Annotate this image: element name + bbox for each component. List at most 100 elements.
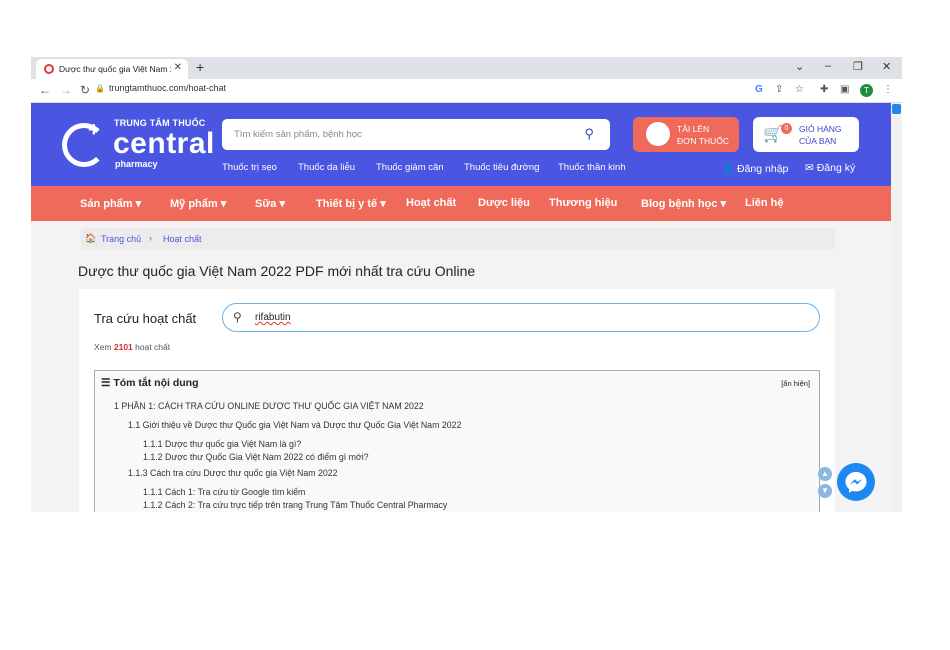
- tab-search-chevron-icon[interactable]: ⌄: [795, 60, 804, 73]
- search-value: rifabutin: [255, 312, 291, 323]
- menu-medical-devices[interactable]: Thiết bị y tế ▾: [316, 197, 386, 210]
- bookmark-star-icon[interactable]: ☆: [795, 84, 804, 95]
- logo-wordmark: central: [113, 127, 215, 160]
- header-link-weightloss[interactable]: Thuốc giảm cân: [376, 162, 444, 173]
- site-header: + TRUNG TÂM THUỐC central pharmacy Tìm k…: [31, 103, 891, 186]
- reload-icon[interactable]: ↻: [80, 83, 90, 97]
- menu-brands[interactable]: Thương hiệu: [549, 197, 617, 209]
- mail-icon: ✉: [805, 162, 817, 174]
- messenger-icon: [845, 472, 867, 493]
- menu-label: Sản phẩm: [80, 198, 133, 210]
- forward-icon[interactable]: →: [60, 83, 72, 97]
- new-tab-button[interactable]: +: [196, 59, 204, 75]
- page-scrollbar[interactable]: [891, 103, 902, 512]
- upload-prescription-button[interactable]: TẢI LÊN ĐƠN THUỐC: [633, 117, 739, 152]
- lock-icon[interactable]: 🔒: [95, 84, 105, 93]
- register-link[interactable]: ✉ Đăng ký: [805, 162, 855, 174]
- toc-item[interactable]: 1.1 Giới thiệu về Dược thư Quốc gia Việt…: [128, 420, 461, 430]
- home-icon[interactable]: 🏠: [85, 233, 96, 244]
- search-icon[interactable]: ⚲: [584, 126, 594, 142]
- chevron-down-icon: ▾: [279, 198, 286, 210]
- lookup-label: Tra cứu hoạt chất: [94, 311, 197, 326]
- google-icon[interactable]: G: [755, 84, 763, 95]
- share-icon[interactable]: ⇪: [775, 84, 783, 95]
- menu-label: Sữa: [255, 198, 277, 210]
- back-icon[interactable]: ←: [39, 83, 51, 97]
- menu-label: Thiết bị y tế: [316, 198, 378, 210]
- more-menu-icon[interactable]: ⋮: [883, 84, 893, 95]
- window-close-icon[interactable]: ✕: [882, 60, 891, 73]
- menu-milk[interactable]: Sữa ▾: [255, 197, 285, 210]
- menu-cosmetics[interactable]: Mỹ phẩm ▾: [170, 197, 226, 210]
- menu-blog[interactable]: Blog bệnh học ▾: [641, 197, 726, 210]
- toc-item[interactable]: 1.1.1 Cách 1: Tra cứu từ Google tìm kiếm: [143, 487, 305, 497]
- toc-item[interactable]: 1.1.3 Cách tra cứu Dược thư quốc gia Việ…: [128, 468, 338, 478]
- header-link-diabetes[interactable]: Thuốc tiêu đường: [464, 162, 539, 173]
- toc-item[interactable]: 1.1.2 Dược thư Quốc Gia Việt Nam 2022 có…: [143, 452, 369, 462]
- header-link-neuro[interactable]: Thuốc thần kinh: [558, 162, 626, 173]
- address-bar: ← → ↻ 🔒 trungtamthuoc.com/hoat-chat G ⇪ …: [31, 79, 902, 103]
- user-icon: 👤: [721, 163, 737, 175]
- cart-icon: 🛒: [763, 126, 783, 143]
- menu-label: Blog bệnh học: [641, 198, 718, 210]
- site-favicon-icon: [44, 64, 54, 74]
- toc-toggle[interactable]: [ẩn hiện]: [781, 379, 810, 388]
- tab-title: Dược thư quốc gia Việt Nam 2022: [59, 64, 171, 74]
- extensions-icon[interactable]: ✚: [820, 84, 828, 95]
- rx-line-2: ĐƠN THUỐC: [677, 136, 729, 146]
- chevron-down-icon: ▾: [135, 198, 142, 210]
- toc-title-text: Tóm tắt nội dung: [113, 377, 199, 389]
- menu-contact[interactable]: Liên hệ: [745, 197, 784, 209]
- messenger-chat-button[interactable]: [837, 463, 875, 501]
- logo-plus-icon: +: [88, 119, 100, 141]
- chevron-down-icon: ▾: [220, 198, 227, 210]
- toc-item[interactable]: 1.1.2 Cách 2: Tra cứu trực tiếp trên tra…: [143, 500, 447, 510]
- ingredient-count: Xem 2101 hoạt chất: [94, 342, 170, 352]
- screenshot: Dược thư quốc gia Việt Nam 2022 ✕ + ⌄ – …: [31, 57, 902, 512]
- page-title: Dược thư quốc gia Việt Nam 2022 PDF mới …: [78, 263, 476, 279]
- profile-avatar[interactable]: T: [860, 84, 873, 97]
- toc-title: ☰ Tóm tắt nội dung: [101, 377, 199, 389]
- cart-button[interactable]: 🛒 0 GIỎ HÀNG CỦA BẠN: [753, 117, 859, 152]
- browser-tab[interactable]: Dược thư quốc gia Việt Nam 2022 ✕: [36, 59, 188, 79]
- scroll-up-button[interactable]: ▲: [818, 467, 832, 481]
- count-prefix: Xem: [94, 342, 112, 352]
- tab-close-icon[interactable]: ✕: [174, 62, 182, 73]
- login-label: Đăng nhập: [737, 163, 789, 175]
- menu-label: Mỹ phẩm: [170, 198, 218, 210]
- cart-line-2: CỦA BẠN: [799, 136, 837, 146]
- breadcrumb-home[interactable]: Trang chủ: [101, 234, 141, 244]
- cart-count-badge: 0: [781, 123, 792, 134]
- logo-subtitle: pharmacy: [115, 159, 158, 169]
- main-menu: Sản phẩm ▾ Mỹ phẩm ▾ Sữa ▾ Thiết bị y tế…: [31, 186, 891, 221]
- header-link-derma[interactable]: Thuốc da liễu: [298, 162, 355, 173]
- login-link[interactable]: 👤 Đăng nhập: [721, 162, 788, 175]
- scrollbar-thumb[interactable]: [892, 104, 901, 114]
- chevron-down-icon: ▾: [380, 198, 386, 210]
- tab-strip: Dược thư quốc gia Việt Nam 2022 ✕ + ⌄ – …: [31, 57, 902, 79]
- rx-line-1: TẢI LÊN: [677, 124, 710, 134]
- search-icon: ⚲: [233, 310, 242, 324]
- lookup-card: Tra cứu hoạt chất ⚲ rifabutin Xem 2101 h…: [79, 289, 835, 512]
- prescription-icon: [646, 122, 670, 146]
- scroll-down-button[interactable]: ▼: [818, 484, 832, 498]
- minimize-icon[interactable]: –: [825, 60, 831, 72]
- url-field[interactable]: trungtamthuoc.com/hoat-chat: [109, 83, 226, 93]
- chevron-down-icon: ▾: [720, 198, 726, 210]
- count-suffix: hoạt chất: [135, 342, 171, 352]
- menu-herbal[interactable]: Dược liệu: [478, 197, 530, 209]
- count-value: 2101: [113, 342, 133, 352]
- site-search-input[interactable]: Tìm kiếm sản phẩm, bệnh học ⚲: [222, 119, 610, 150]
- cart-line-1: GIỎ HÀNG: [799, 124, 842, 134]
- breadcrumb-current[interactable]: Hoạt chất: [163, 234, 202, 244]
- toc-item[interactable]: 1 PHẦN 1: CÁCH TRA CỨU ONLINE DƯỢC THƯ Q…: [114, 401, 424, 411]
- toc-item[interactable]: 1.1.1 Dược thư quốc gia Việt Nam là gì?: [143, 439, 301, 449]
- menu-active-ingredients[interactable]: Hoạt chất: [406, 197, 456, 209]
- table-of-contents: ☰ Tóm tắt nội dung [ẩn hiện] 1 PHẦN 1: C…: [94, 370, 820, 512]
- menu-products[interactable]: Sản phẩm ▾: [80, 197, 141, 210]
- maximize-icon[interactable]: ❐: [853, 60, 863, 73]
- side-panel-icon[interactable]: ▣: [840, 84, 849, 95]
- ingredient-search-input[interactable]: ⚲ rifabutin: [222, 303, 820, 332]
- header-link-scar[interactable]: Thuốc trị sẹo: [222, 162, 277, 173]
- register-label: Đăng ký: [816, 162, 856, 174]
